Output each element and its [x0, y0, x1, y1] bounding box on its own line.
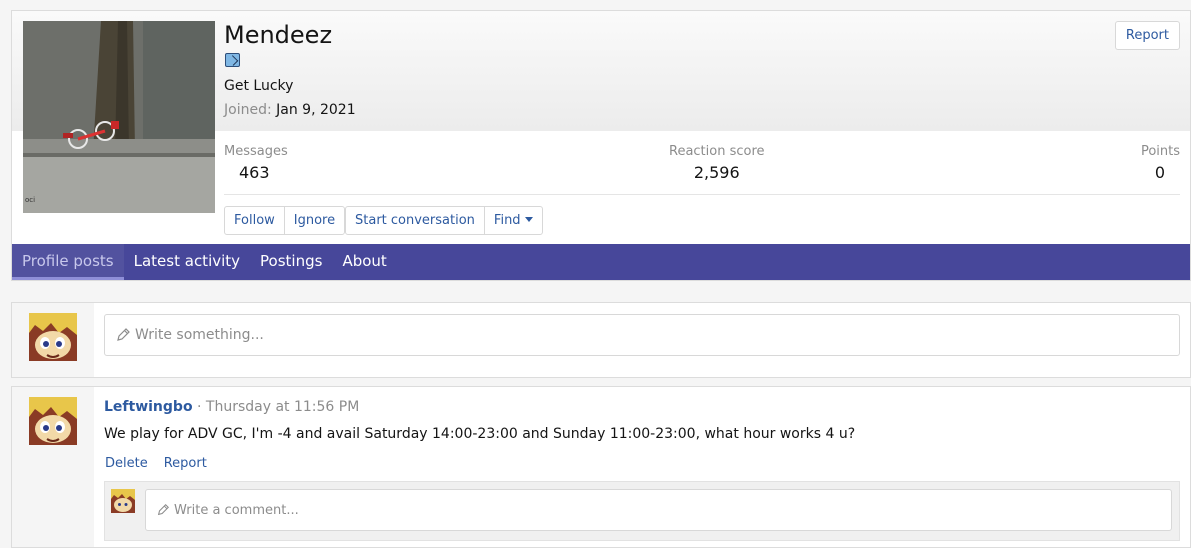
follow-button[interactable]: Follow — [225, 207, 285, 234]
points-label: Points — [1140, 144, 1180, 159]
post-actions: Delete Report — [105, 456, 207, 471]
stat-reaction-score: Reaction score 2,596 — [669, 144, 765, 182]
joined-date: Joined: Jan 9, 2021 — [224, 102, 356, 118]
report-post-link[interactable]: Report — [164, 456, 207, 471]
profile-avatar[interactable]: oci — [23, 21, 215, 213]
start-conversation-button[interactable]: Start conversation — [346, 207, 485, 234]
post-body: We play for ADV GC, I'm -4 and avail Sat… — [104, 426, 856, 442]
badge-icon — [225, 53, 240, 67]
reaction-score-label: Reaction score — [669, 144, 765, 159]
tab-profile-posts[interactable]: Profile posts — [12, 244, 124, 280]
comment-avatar[interactable] — [111, 489, 135, 513]
profile-post-composer: Write something... — [11, 302, 1191, 378]
reaction-score-value: 2,596 — [693, 163, 740, 182]
post-author-link[interactable]: Leftwingbo — [104, 399, 193, 415]
profile-tabs: Profile posts Latest activity Postings A… — [12, 244, 1190, 280]
ignore-button[interactable]: Ignore — [285, 207, 344, 234]
composer-notch — [94, 325, 104, 345]
avatar-image — [29, 313, 77, 361]
joined-label: Joined: — [224, 102, 272, 118]
avatar-image — [111, 489, 135, 513]
tab-about[interactable]: About — [332, 244, 396, 280]
follow-ignore-group: Follow Ignore — [224, 206, 346, 235]
write-comment-input[interactable]: Write a comment... — [145, 489, 1172, 531]
delete-post-link[interactable]: Delete — [105, 456, 148, 471]
write-something-placeholder: Write something... — [135, 327, 264, 343]
tab-latest-activity[interactable]: Latest activity — [124, 244, 250, 280]
stat-messages[interactable]: Messages 463 — [224, 144, 288, 182]
stats-divider — [224, 194, 1180, 195]
svg-text:oci: oci — [25, 196, 35, 204]
caret-down-icon — [524, 217, 533, 222]
avatar-image: oci — [23, 21, 215, 213]
current-user-avatar[interactable] — [29, 313, 77, 361]
post-author-avatar[interactable] — [29, 397, 77, 445]
write-something-input[interactable]: Write something... — [104, 314, 1180, 356]
find-button[interactable]: Find — [485, 207, 542, 234]
post-meta: Leftwingbo · Thursday at 11:56 PM — [104, 399, 359, 415]
messages-value[interactable]: 463 — [224, 163, 288, 182]
pencil-icon — [157, 504, 169, 516]
report-profile-button[interactable]: Report — [1114, 21, 1180, 50]
profile-post: Leftwingbo · Thursday at 11:56 PM We pla… — [11, 386, 1191, 548]
pencil-icon — [117, 328, 130, 341]
user-title: Get Lucky — [224, 78, 294, 94]
avatar-image — [29, 397, 77, 445]
conversation-find-group: Start conversation Find — [345, 206, 543, 235]
points-value[interactable]: 0 — [1141, 163, 1180, 182]
messages-label: Messages — [224, 144, 288, 159]
joined-value: Jan 9, 2021 — [276, 102, 356, 118]
post-timestamp[interactable]: Thursday at 11:56 PM — [206, 399, 359, 415]
stat-points[interactable]: Points 0 — [1141, 144, 1180, 182]
write-comment-placeholder: Write a comment... — [174, 502, 299, 518]
meta-separator: · — [197, 399, 202, 415]
tab-postings[interactable]: Postings — [250, 244, 332, 280]
comment-area: Write a comment... — [104, 481, 1180, 541]
find-label: Find — [493, 213, 521, 228]
profile-username: Mendeez — [224, 21, 333, 49]
profile-header-card: oci Mendeez Get Lucky Joined: Jan 9, 202… — [11, 10, 1191, 281]
